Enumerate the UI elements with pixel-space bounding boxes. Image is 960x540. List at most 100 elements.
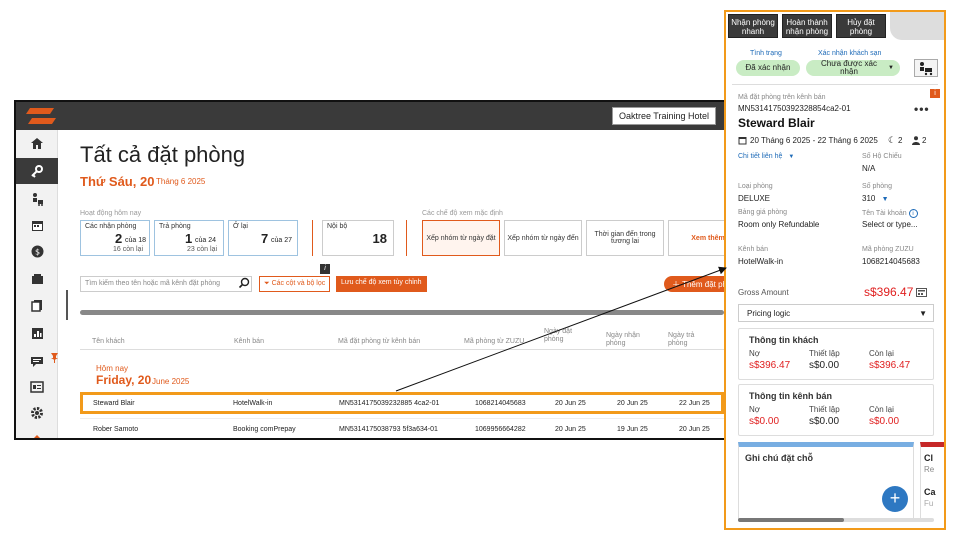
col-guest-name[interactable]: Tên khách [92,338,125,346]
add-note-button[interactable]: + [882,486,908,512]
col-channel[interactable]: Kênh bán [234,338,264,346]
cell-guest: Steward Blair [93,400,135,407]
home-icon[interactable] [16,130,58,156]
booking-detail-panel: Nhận phòng nhanh Hoàn thành nhận phòng H… [724,10,946,530]
guests-count: 2 [922,136,927,145]
ota-id-value: MN53141750392328854ca2-01 [738,104,851,113]
stat-remaining: 23 còn lại [187,246,217,253]
top-bar: Oaktree Training Hotel [16,102,724,130]
account-name-label: Tên Tài khoản i [862,209,918,218]
quick-checkin-button[interactable]: Nhận phòng nhanh [728,14,778,38]
panel-scrollbar[interactable] [738,518,844,522]
id-card-icon[interactable] [16,374,58,400]
complete-checkin-button[interactable]: Hoàn thành nhận phòng [782,14,832,38]
cell-ota-id: MN5314175038793 5f3a634-01 [339,426,438,433]
more-options-icon[interactable]: ••• [914,102,930,116]
search-icon[interactable] [238,277,250,289]
stat-value: 7 [261,231,269,246]
home-alt-icon[interactable] [16,426,58,438]
table-row[interactable]: Steward Blair HotelWalk-in MN53141750392… [80,392,724,414]
pin-icon[interactable] [50,352,59,366]
settled-value: s$0.00 [809,360,840,371]
table-row[interactable]: Rober Samoto Booking comPrepay MN5314175… [80,418,724,438]
stat-label: Ở lại [233,223,248,230]
key-icon[interactable] [16,158,58,184]
room-number-label: Số phòng [862,183,892,190]
contact-details-label: Chi tiết liên hệ [738,153,783,160]
card-text: Re [924,465,935,474]
owed-value: s$0.00 [749,416,780,427]
col-checkout-date[interactable]: Ngày trả phòng [668,332,708,348]
page-title: Tất cả đặt phòng [80,142,246,167]
stat-card-stayovers[interactable]: Ở lại 7 của 27 [228,220,298,256]
hotel-selector[interactable]: Oaktree Training Hotel [611,107,716,125]
info-icon[interactable]: i [908,209,918,218]
settled-label: Thiết lập [809,405,840,414]
zuzu-id-label: Mã phòng ZUZU [862,246,914,253]
stat-value: 18 [372,231,387,246]
view-future-arrivals[interactable]: Thời gian đến trong tương lai [586,220,664,256]
col-booked-date[interactable]: Ngày đặt phòng [544,328,584,344]
cell-checkin: 19 Jun 25 [617,426,648,433]
chevron-down-icon: ▼ [888,65,894,71]
settings-icon[interactable] [16,400,58,426]
booking-notes-card: Ghi chú đặt chỗ + [738,442,914,520]
report-icon[interactable] [16,320,58,346]
filter-icon: ⏷ [264,280,270,287]
panel-close-area[interactable] [890,12,944,40]
filter-label: Các cột và bộ lọc [271,280,326,287]
add-booking-button[interactable]: ＋ Thêm đặt phòng [664,276,724,292]
cancel-booking-button[interactable]: Hủy đặt phòng [836,14,886,38]
passport-value: N/A [862,164,876,173]
pricing-logic-label: Pricing logic [747,309,791,318]
info-icon[interactable]: i [930,89,940,98]
ota-id-label: Mã đặt phòng trên kênh bán [738,94,826,101]
cell-zuzu-id: 1069956664282 [475,426,526,433]
stat-label: Trả phòng [159,223,191,230]
calendar-icon[interactable] [16,212,58,238]
view-group-by-booking-date[interactable]: Xếp nhóm từ ngày đặt [422,220,500,256]
zuzu-id-value: 1068214045683 [862,257,920,266]
hotel-confirm-select[interactable]: Chưa được xác nhận ▼ [806,60,900,76]
wallet-icon[interactable] [16,266,58,292]
calculator-icon[interactable] [916,288,927,297]
stat-card-checkins[interactable]: Các nhận phòng 2 của 18 16 còn lại [80,220,150,256]
view-more[interactable]: Xem thêm [668,220,724,256]
contact-details-toggle[interactable]: Chi tiết liên hệ ▼ [738,153,794,160]
horizontal-scrollbar[interactable] [80,310,724,315]
secondary-card[interactable]: Cl Re Ca Fu [920,442,944,520]
hotel-confirm-label: Xác nhận khách sạn [818,50,882,57]
group-month: June 2025 [152,377,190,386]
remaining-label: Còn lại [869,405,894,414]
stat-value: 1 [185,231,193,246]
stay-dates: 20 Tháng 6 2025 - 22 Tháng 6 2025 [750,136,878,145]
documents-icon[interactable] [16,292,58,318]
account-name-input[interactable]: Select or type... [862,220,918,229]
view-group-by-arrival-date[interactable]: Xếp nhóm từ ngày đến [504,220,582,256]
app-logo[interactable] [26,108,56,124]
search-input[interactable]: Tìm kiếm theo tên hoặc mã kênh đặt phòng [80,276,252,292]
sidebar-collapse-handle[interactable] [58,290,68,320]
columns-filter-button[interactable]: ⏷ Các cột và bộ lọc [259,276,331,292]
col-zuzu-id[interactable]: Mã phòng từ ZUZU [464,338,524,346]
col-checkin-date[interactable]: Ngày nhận phòng [606,332,646,348]
info-icon[interactable]: i [320,264,330,274]
cell-guest: Rober Samoto [93,426,139,433]
stat-card-checkouts[interactable]: Trả phòng 1 của 24 23 còn lại [154,220,224,256]
bellboy-icon[interactable] [16,186,58,212]
channel-label: Kênh bán [738,246,768,253]
money-icon[interactable]: $ [16,238,58,264]
room-number-select[interactable]: 310 ▼ [862,194,889,203]
gross-amount-label: Gross Amount [738,288,789,297]
save-custom-view-button[interactable]: Lưu chế độ xem tùy chỉnh [336,276,427,292]
status-badge[interactable]: Đã xác nhận [736,60,800,76]
pricing-logic-select[interactable]: Pricing logic ▼ [738,304,934,322]
channel-balance-title: Thông tin kênh bán [749,391,832,401]
remaining-label: Còn lại [869,349,894,358]
stat-card-internal[interactable]: Nội bộ 18 [322,220,394,256]
bellboy-cart-icon[interactable] [914,59,938,77]
cell-checkout: 20 Jun 25 [679,426,710,433]
col-ota-booking-id[interactable]: Mã đặt phòng từ kênh bán [338,338,420,346]
guest-name[interactable]: Steward Blair [738,116,815,130]
divider [406,220,407,256]
